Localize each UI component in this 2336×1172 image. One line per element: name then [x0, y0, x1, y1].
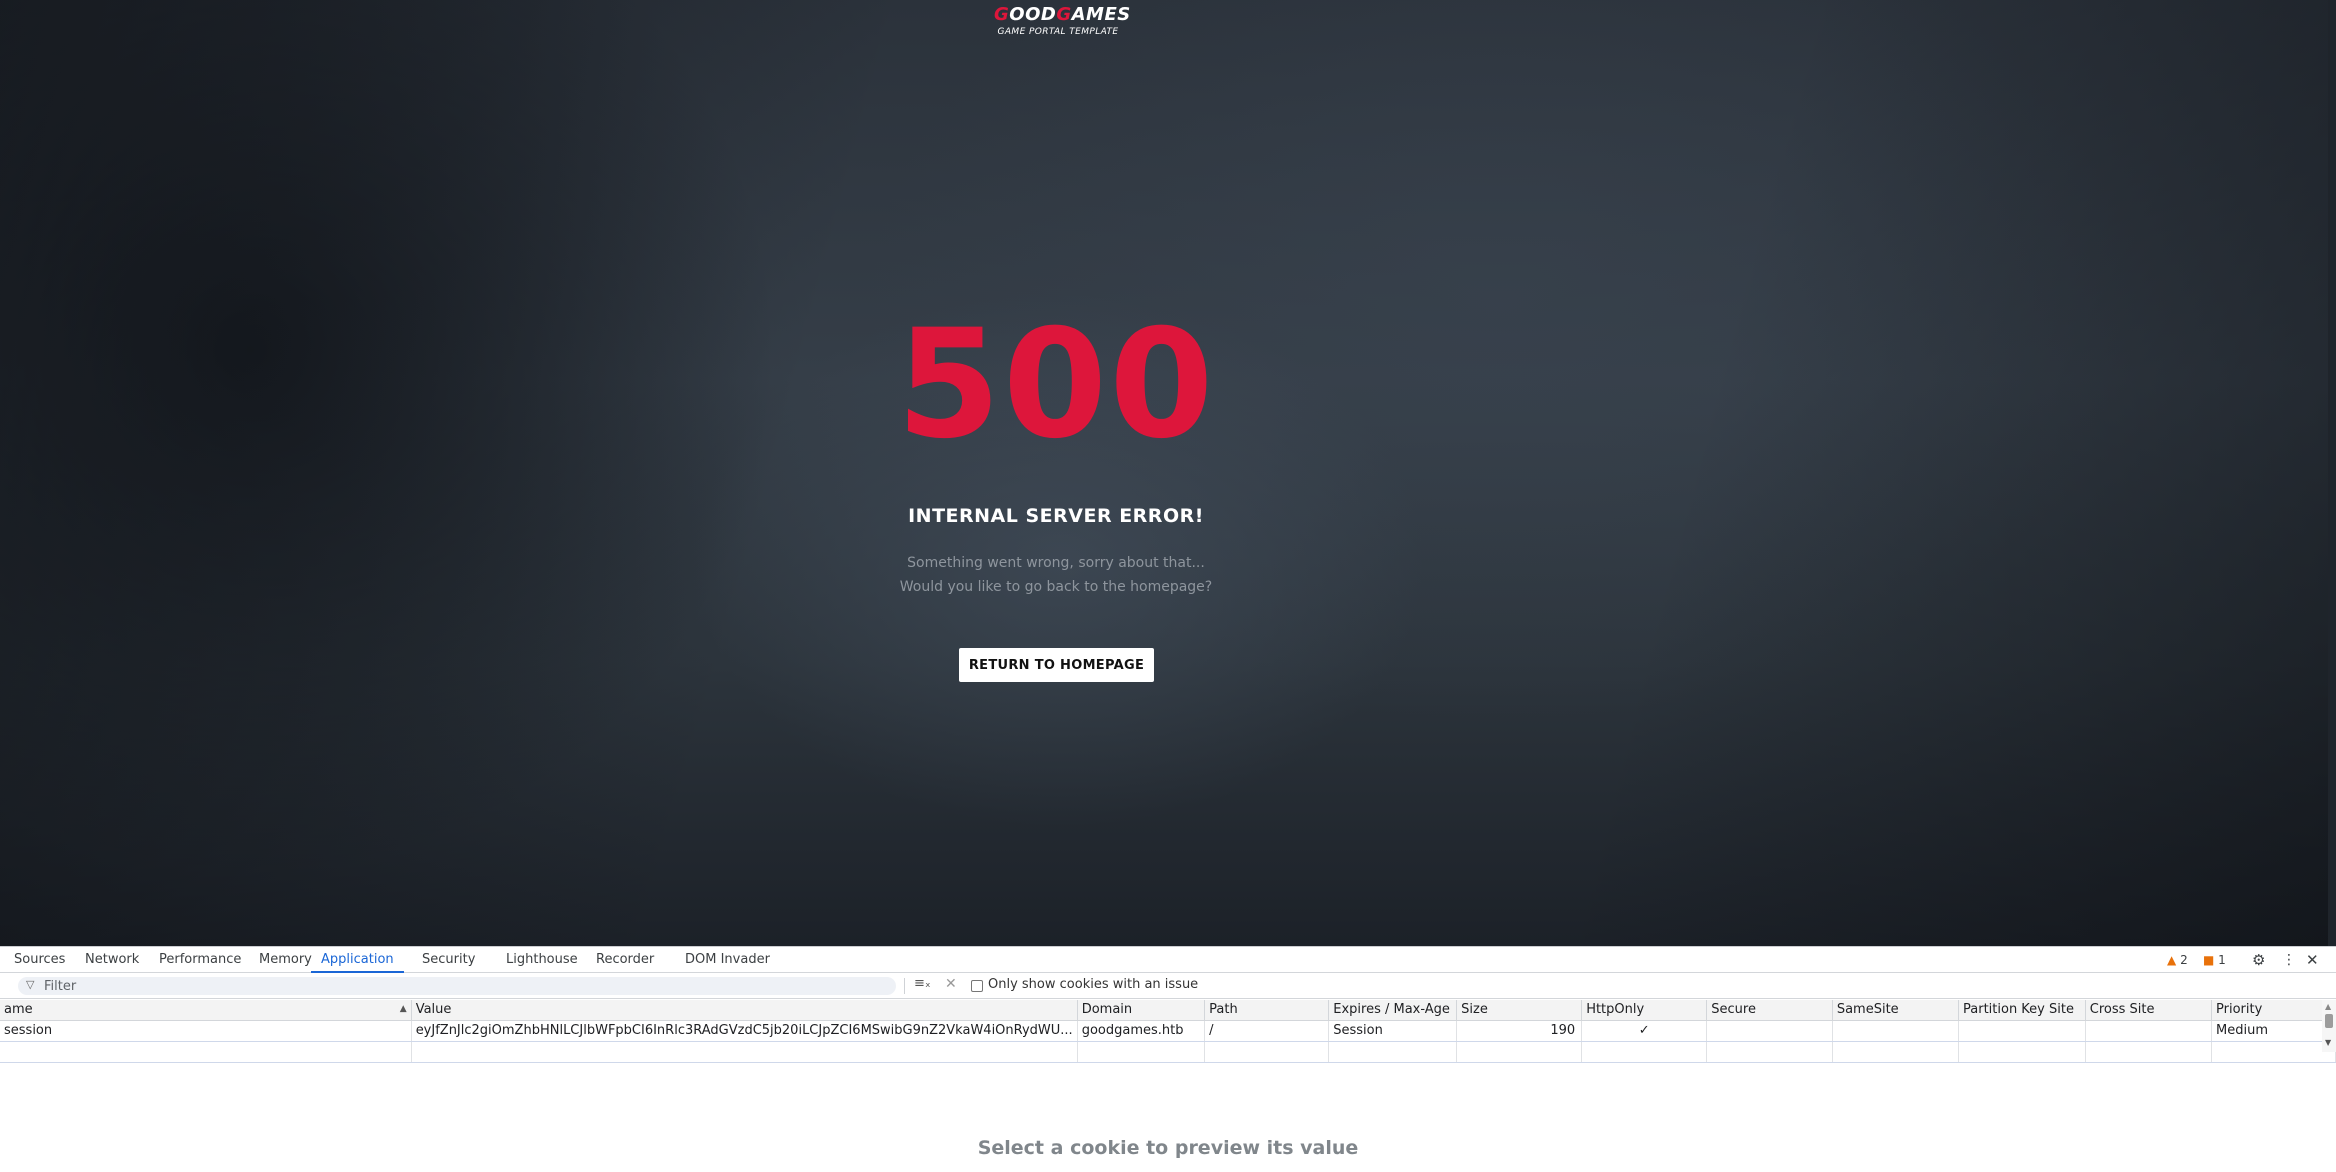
- error-message: Something went wrong, sorry about that..…: [800, 551, 1312, 599]
- cookie-size[interactable]: 190: [1456, 1020, 1583, 1042]
- col-secure[interactable]: Secure: [1706, 1000, 1833, 1021]
- cookie-path[interactable]: /: [1204, 1020, 1330, 1042]
- error-title: INTERNAL SERVER ERROR!: [908, 505, 1204, 527]
- cookie-value[interactable]: eyJfZnJlc2giOmZhbHNlLCJlbWFpbCI6InRlc3RA…: [411, 1020, 1078, 1042]
- filter-funnel-icon: ▽: [26, 978, 35, 991]
- cookie-samesite[interactable]: [1832, 1020, 1960, 1042]
- col-cross-site[interactable]: Cross Site: [2085, 1000, 2213, 1021]
- more-options-icon[interactable]: ⋮: [2282, 947, 2296, 973]
- error-line-1: Something went wrong, sorry about that..…: [907, 555, 1205, 571]
- tab-security[interactable]: Security: [422, 947, 475, 973]
- logo-tagline: GAME PORTAL TEMPLATE: [997, 27, 1119, 37]
- settings-gear-icon[interactable]: ⚙: [2252, 947, 2265, 973]
- tab-lighthouse[interactable]: Lighthouse: [506, 947, 578, 973]
- scroll-down-icon[interactable]: ▼: [2325, 1038, 2331, 1047]
- delete-selected-icon[interactable]: ✕: [945, 976, 957, 992]
- col-size[interactable]: Size: [1456, 1000, 1583, 1021]
- tab-performance[interactable]: Performance: [159, 947, 241, 973]
- warnings-badge[interactable]: ▲ 2: [2167, 947, 2188, 973]
- filter-input[interactable]: [44, 977, 884, 995]
- page-viewport: GOODGAMES GAME PORTAL TEMPLATE 500 INTER…: [0, 0, 2336, 946]
- table-row[interactable]: session eyJfZnJlc2giOmZhbHNlLCJlbWFpbCI6…: [0, 1020, 2336, 1042]
- devtools-tabbar: Sources Network Performance Memory Appli…: [0, 947, 2336, 973]
- sort-ascending-icon: ▲: [399, 1004, 407, 1015]
- col-samesite[interactable]: SameSite: [1832, 1000, 1960, 1021]
- col-partition-key-site[interactable]: Partition Key Site: [1958, 1000, 2086, 1021]
- filter-box[interactable]: ▽: [18, 977, 896, 995]
- clear-all-cookies-icon[interactable]: ≡ₓ: [914, 976, 931, 991]
- col-domain[interactable]: Domain: [1077, 1000, 1206, 1021]
- return-homepage-button[interactable]: RETURN TO HOMEPAGE: [959, 648, 1154, 682]
- tab-sources[interactable]: Sources: [14, 947, 65, 973]
- table-header: ame ▲ Value Domain Path Expires / Max-Age…: [0, 1000, 2336, 1021]
- col-httponly[interactable]: HttpOnly: [1581, 1000, 1708, 1021]
- col-name[interactable]: ame ▲: [0, 1000, 412, 1021]
- cookie-preview-pane: Select a cookie to preview its value: [0, 1137, 2336, 1159]
- tab-memory[interactable]: Memory: [259, 947, 312, 973]
- error-line-2: Would you like to go back to the homepag…: [899, 579, 1213, 595]
- cookie-priority[interactable]: Medium: [2211, 1020, 2336, 1042]
- toolbar-divider: [904, 978, 905, 994]
- scroll-thumb[interactable]: [2325, 1014, 2333, 1028]
- page-scrollbar[interactable]: [2328, 0, 2336, 946]
- warning-icon: ▲: [2167, 953, 2177, 967]
- col-path[interactable]: Path: [1204, 1000, 1330, 1021]
- table-scrollbar[interactable]: ▲ ▼: [2322, 1000, 2336, 1052]
- col-expires[interactable]: Expires / Max-Age: [1328, 1000, 1458, 1021]
- cookie-httponly[interactable]: ✓: [1581, 1020, 1708, 1042]
- preview-placeholder: Select a cookie to preview its value: [977, 1137, 1359, 1159]
- site-logo[interactable]: GOODGAMES GAME PORTAL TEMPLATE: [994, 4, 1131, 38]
- table-row-empty: [0, 1041, 2336, 1063]
- tab-application[interactable]: Application: [311, 947, 404, 973]
- error-code: 500: [896, 298, 1216, 472]
- cookie-filter-toolbar: ▽ ≡ₓ ✕ Only show cookies with an issue: [0, 973, 2336, 999]
- cookie-expires[interactable]: Session: [1328, 1020, 1458, 1042]
- tab-recorder[interactable]: Recorder: [596, 947, 654, 973]
- only-issues-label: Only show cookies with an issue: [988, 977, 1199, 992]
- cookies-table: ame ▲ Value Domain Path Expires / Max-Age…: [0, 1000, 2336, 1063]
- col-value[interactable]: Value: [411, 1000, 1078, 1021]
- scroll-up-icon[interactable]: ▲: [2325, 1002, 2331, 1011]
- tab-network[interactable]: Network: [85, 947, 139, 973]
- logo-wordmark: GOODGAMES: [994, 4, 1131, 25]
- close-devtools-icon[interactable]: ✕: [2306, 947, 2319, 973]
- col-priority[interactable]: Priority: [2211, 1000, 2336, 1021]
- cookie-domain[interactable]: goodgames.htb: [1077, 1020, 1206, 1042]
- only-issues-checkbox[interactable]: [971, 980, 983, 992]
- cookie-cross-site[interactable]: [2085, 1020, 2213, 1042]
- tab-dom-invader[interactable]: DOM Invader: [685, 947, 770, 973]
- messages-badge[interactable]: ■ 1: [2203, 947, 2226, 973]
- cookie-secure[interactable]: [1706, 1020, 1833, 1042]
- cookie-partition-key-site[interactable]: [1958, 1020, 2086, 1042]
- message-icon: ■: [2203, 953, 2215, 967]
- cookie-name[interactable]: session: [0, 1020, 412, 1042]
